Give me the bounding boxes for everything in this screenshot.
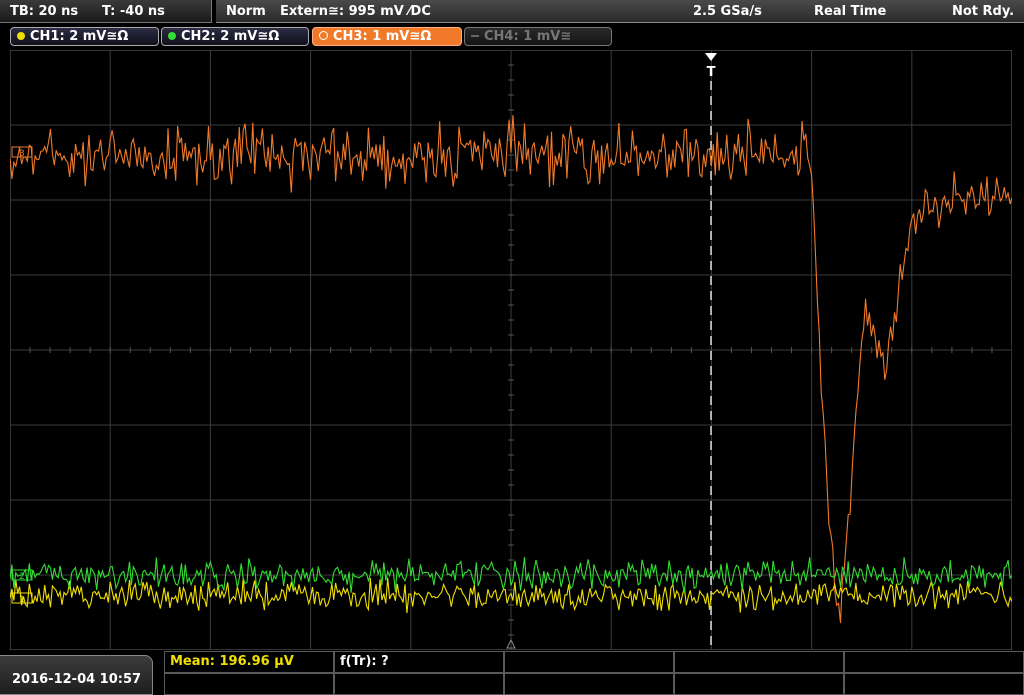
measurement-cell-6[interactable] [164, 673, 334, 695]
channel-2-ref-label: 2 [19, 572, 25, 582]
measurement-cell-8[interactable] [504, 673, 674, 695]
trigger-marker-label: T [707, 65, 716, 80]
ftr-measurement: f(Tr): ? [340, 654, 389, 669]
channel-3-label: CH3: 1 mV≅Ω [333, 29, 432, 44]
measurement-cell-3[interactable] [504, 651, 674, 673]
trigger-mode-label: Norm [226, 4, 266, 19]
waveform-canvas: T 3 2 1 [9, 49, 1013, 651]
channel-1-tab[interactable]: CH1: 2 mV≅Ω [10, 27, 159, 46]
channel-3-ref-label: 3 [19, 149, 25, 159]
measurement-cell-9[interactable] [674, 673, 844, 695]
channel-4-label: CH4: 1 mV≅ [484, 29, 572, 44]
channel-1-indicator-icon [17, 32, 25, 40]
channel-2-tab[interactable]: CH2: 2 mV≅Ω [161, 27, 309, 46]
waveform-display[interactable]: T 3 2 1 [9, 49, 1013, 651]
channel-4-off-icon [471, 35, 479, 37]
channel-3-tab[interactable]: CH3: 1 mV≅Ω [312, 27, 462, 46]
datetime-label: 2016-12-04 10:57 [12, 672, 142, 687]
channel-4-tab[interactable]: CH4: 1 mV≅ [464, 27, 612, 46]
channel-1-ref-label: 1 [19, 595, 25, 605]
measurement-cell-10[interactable] [844, 673, 1024, 695]
measurement-cell-4[interactable] [674, 651, 844, 673]
measurement-panel: Mean: 196.96 µV f(Tr): ? [164, 651, 1024, 695]
channel-2-label: CH2: 2 mV≅Ω [181, 29, 280, 44]
mean-measurement: Mean: 196.96 µV [170, 654, 294, 669]
timebase-box[interactable]: TB: 20 ns T: -40 ns [0, 0, 212, 23]
trigger-source-label: Extern≅: 995 mV ⁄DC [280, 4, 431, 19]
channel-1-label: CH1: 2 mV≅Ω [30, 29, 129, 44]
measurement-cell-7[interactable] [334, 673, 504, 695]
ready-state-label: Not Rdy. [952, 4, 1015, 19]
acquisition-mode-label: Real Time [814, 4, 887, 19]
sample-rate-label: 2.5 GSa/s [693, 4, 762, 19]
channel-3-indicator-icon [319, 31, 328, 40]
timebase-label: TB: 20 ns [10, 4, 79, 19]
trigger-time-label: T: -40 ns [102, 4, 165, 19]
status-bar: TB: 20 ns T: -40 ns Norm Extern≅: 995 mV… [0, 0, 1024, 25]
channel-2-indicator-icon [168, 32, 176, 40]
measurement-cell-5[interactable] [844, 651, 1024, 673]
acquisition-strip[interactable]: Norm Extern≅: 995 mV ⁄DC 2.5 GSa/s Real … [216, 0, 1024, 23]
